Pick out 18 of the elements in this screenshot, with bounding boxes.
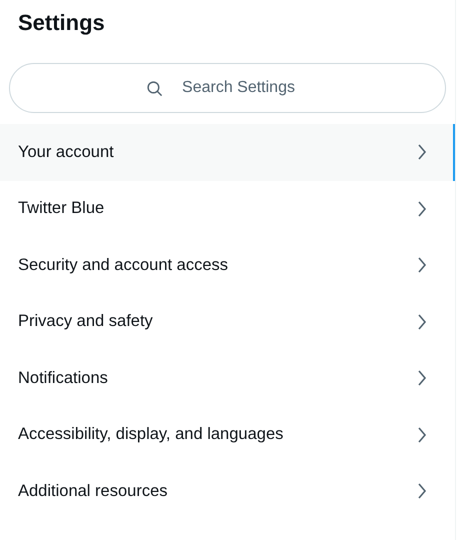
chevron-icon [417, 200, 427, 217]
search-field[interactable]: Search Settings [9, 63, 446, 113]
settings-item[interactable]: Twitter Blue [0, 180, 455, 237]
chevron-icon [417, 314, 427, 330]
chevron-icon [417, 370, 427, 386]
chevron-icon [417, 483, 427, 500]
search-icon [146, 80, 163, 97]
settings-item[interactable]: Notifications [0, 350, 455, 406]
chevron-icon [417, 426, 427, 443]
page-title: Settings [17, 9, 106, 37]
settings-item[interactable]: Security and account access [0, 237, 455, 294]
settings-item[interactable]: Accessibility, display, and languages [0, 406, 455, 463]
settings-item[interactable]: Additional resources [0, 463, 455, 520]
active-indicator [453, 124, 455, 180]
settings-item[interactable]: Privacy and safety [0, 294, 455, 350]
chevron-icon [417, 144, 427, 160]
settings-item[interactable]: Your account [0, 124, 455, 180]
chevron-icon [417, 257, 427, 274]
